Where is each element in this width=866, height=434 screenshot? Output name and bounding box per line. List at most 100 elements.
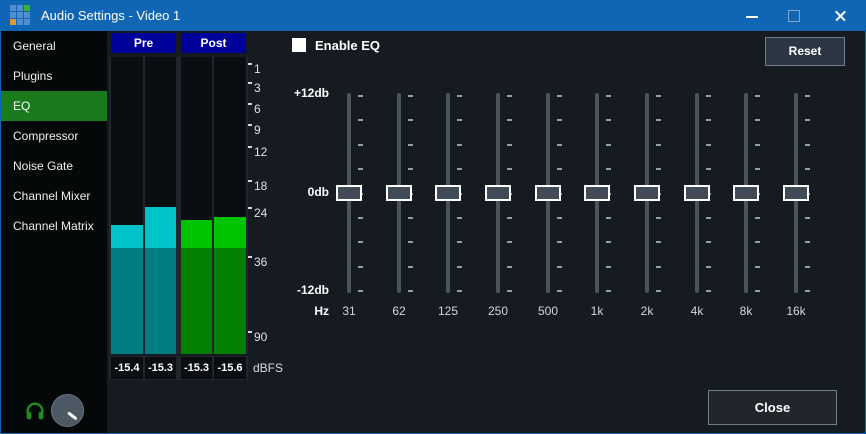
meter-channel-bar: [111, 57, 143, 354]
app-logo-icon: [10, 5, 32, 27]
volume-knob[interactable]: [51, 394, 84, 427]
eq-tick-mark: [656, 266, 661, 268]
eq-tick-mark: [408, 119, 413, 121]
eq-band-thumb-2k[interactable]: [634, 185, 660, 201]
meter-values-strip: -15.4-15.3-15.3-15.6: [109, 356, 248, 380]
eq-tick-mark: [457, 290, 462, 292]
eq-tick-mark: [606, 95, 611, 97]
meter-value: -15.3: [181, 357, 212, 379]
reset-button[interactable]: Reset: [765, 37, 845, 66]
eq-band-freq-label: 16k: [774, 304, 818, 318]
meter-header-pre: Pre: [111, 33, 176, 53]
sidebar-item-channel-mixer[interactable]: Channel Mixer: [1, 181, 107, 211]
scale-tick-icon: [248, 256, 252, 258]
sidebar-item-noise-gate[interactable]: Noise Gate: [1, 151, 107, 181]
meter-level-bright: [111, 225, 143, 248]
meter-value: -15.4: [111, 357, 143, 379]
eq-tick-mark: [557, 119, 562, 121]
eq-tick-mark: [805, 241, 810, 243]
scale-number: 36: [254, 255, 267, 269]
eq-band-thumb-250[interactable]: [485, 185, 511, 201]
eq-band-thumb-16k[interactable]: [783, 185, 809, 201]
eq-tick-mark: [755, 266, 760, 268]
eq-band-thumb-31[interactable]: [336, 185, 362, 201]
eq-tick-mark: [706, 168, 711, 170]
eq-band-freq-label: 1k: [575, 304, 619, 318]
eq-tick-mark: [755, 217, 760, 219]
scale-number: 12: [254, 145, 267, 159]
eq-tick-mark: [706, 290, 711, 292]
eq-tick-mark: [358, 217, 363, 219]
scale-number: 6: [254, 102, 261, 116]
eq-tick-mark: [706, 119, 711, 121]
audio-settings-dialog: Audio Settings - Video 1 GeneralPluginsE…: [0, 0, 866, 434]
meter-level-bright: [214, 217, 246, 248]
eq-tick-mark: [507, 266, 512, 268]
eq-band-thumb-4k[interactable]: [684, 185, 710, 201]
eq-tick-mark: [557, 95, 562, 97]
sidebar-item-general[interactable]: General: [1, 31, 107, 61]
scale-number: 1: [254, 62, 261, 76]
eq-axis-top-label: +12db: [271, 86, 329, 100]
scale-tick-icon: [248, 331, 252, 333]
eq-band-thumb-125[interactable]: [435, 185, 461, 201]
eq-band-freq-label: 500: [526, 304, 570, 318]
logo-cell: [10, 12, 16, 18]
eq-tick-mark: [457, 144, 462, 146]
scale-tick-icon: [248, 207, 252, 209]
eq-tick-mark: [656, 241, 661, 243]
eq-tick-mark: [457, 168, 462, 170]
sidebar-item-plugins[interactable]: Plugins: [1, 61, 107, 91]
title-bar[interactable]: Audio Settings - Video 1: [1, 1, 865, 31]
close-button[interactable]: Close: [708, 390, 837, 425]
headphones-icon[interactable]: [24, 400, 46, 422]
eq-tick-mark: [557, 290, 562, 292]
eq-band-freq-label: 62: [377, 304, 421, 318]
eq-tick-mark: [805, 144, 810, 146]
eq-tick-mark: [606, 290, 611, 292]
eq-tick-mark: [656, 144, 661, 146]
eq-freq-unit-label: Hz: [271, 304, 329, 318]
eq-tick-mark: [358, 241, 363, 243]
scale-tick-icon: [248, 180, 252, 182]
eq-tick-mark: [457, 217, 462, 219]
scale-number: 18: [254, 179, 267, 193]
eq-band-freq-label: 31: [327, 304, 371, 318]
eq-tick-mark: [358, 168, 363, 170]
eq-tick-mark: [507, 95, 512, 97]
meter-channel-bar: [214, 57, 246, 354]
eq-tick-mark: [408, 95, 413, 97]
eq-band-freq-label: 250: [476, 304, 520, 318]
meter-unit-label: dBFS: [253, 361, 283, 375]
eq-tick-mark: [706, 266, 711, 268]
eq-tick-mark: [805, 266, 810, 268]
scale-tick-icon: [248, 103, 252, 105]
eq-band-thumb-500[interactable]: [535, 185, 561, 201]
eq-band-thumb-62[interactable]: [386, 185, 412, 201]
sidebar-item-eq[interactable]: EQ: [1, 91, 107, 121]
eq-tick-mark: [457, 266, 462, 268]
enable-eq-checkbox[interactable]: [292, 38, 306, 52]
scale-tick-icon: [248, 63, 252, 65]
maximize-button: [777, 1, 811, 31]
eq-band-thumb-1k[interactable]: [584, 185, 610, 201]
eq-tick-mark: [805, 95, 810, 97]
maximize-icon: [788, 10, 800, 22]
eq-tick-mark: [656, 168, 661, 170]
eq-tick-mark: [755, 144, 760, 146]
eq-tick-mark: [457, 119, 462, 121]
eq-tick-mark: [606, 119, 611, 121]
eq-band-thumb-8k[interactable]: [733, 185, 759, 201]
meter-level-dark: [181, 248, 212, 354]
eq-tick-mark: [457, 95, 462, 97]
meter-level-dark: [214, 248, 246, 354]
sidebar-item-compressor[interactable]: Compressor: [1, 121, 107, 151]
logo-cell: [24, 19, 30, 25]
minimize-button[interactable]: [735, 1, 769, 31]
eq-tick-mark: [755, 241, 760, 243]
sidebar-item-channel-matrix[interactable]: Channel Matrix: [1, 211, 107, 241]
eq-tick-mark: [706, 241, 711, 243]
eq-tick-mark: [606, 217, 611, 219]
close-window-button[interactable]: [823, 1, 857, 31]
eq-tick-mark: [706, 217, 711, 219]
